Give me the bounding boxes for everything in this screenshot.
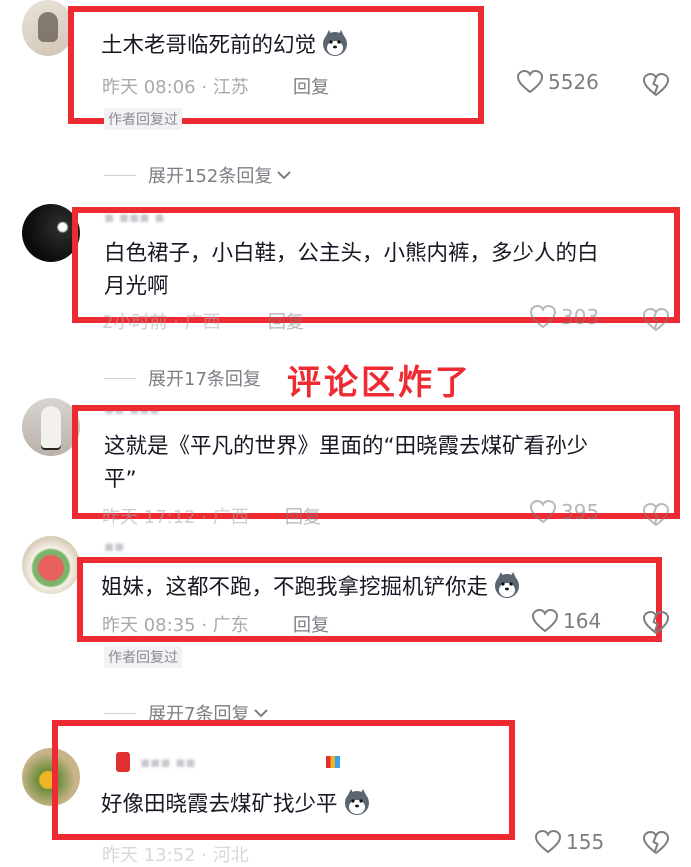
comment-line-1: 白色裙子，小白鞋，公主头，小熊内裤，多少人的白 [104,241,599,266]
husky-emoji-icon [495,572,520,598]
comment-line-1: 这就是《平凡的世界》里面的“田晓霞去煤矿看孙少 [104,434,589,459]
chevron-down-icon [277,171,292,180]
like-count: 303 [561,305,600,329]
comment-text: 好像田晓霞去煤矿找少平 [101,787,372,821]
broken-heart-icon[interactable] [643,610,669,636]
like-button[interactable]: 164 [532,609,601,633]
comment-meta: 昨天 13:52 · 河北 [102,845,249,866]
comment-line-2: 平” [104,467,137,492]
comment-line-2: 月光啊 [104,274,169,299]
heart-icon [532,609,558,633]
reply-button[interactable]: 回复 [285,503,321,529]
like-button[interactable]: 395 [530,500,599,524]
like-count: 155 [566,830,605,854]
broken-heart-icon[interactable] [643,72,669,98]
husky-emoji-icon [344,789,369,815]
heart-icon [530,305,556,329]
highlight-box [68,6,484,124]
divider [104,712,136,714]
avatar[interactable] [22,536,80,594]
author-replied-tag: 作者回复过 [104,108,182,130]
comment-text: 姐妹，这都不跑，不跑我拿挖掘机铲你走 [101,570,522,604]
like-count: 164 [563,609,602,633]
divider [104,174,136,176]
like-count: 395 [561,500,600,524]
like-button[interactable]: 5526 [517,70,599,94]
reply-button[interactable]: 回复 [293,611,329,637]
username: ▪▪ [104,537,125,555]
expand-replies-button[interactable]: 展开152条回复 [104,162,292,188]
like-button[interactable]: 155 [535,830,604,854]
expand-label: 展开17条回复 [148,369,261,390]
broken-heart-icon[interactable] [643,830,669,856]
heart-icon [530,500,556,524]
comment-text: 这就是《平凡的世界》里面的“田晓霞去煤矿看孙少 平” [104,430,588,496]
comment-meta: 昨天 08:35 · 广东 [102,615,249,636]
like-count: 5526 [548,70,599,94]
divider [104,377,136,379]
reply-button[interactable]: 回复 [268,308,304,334]
like-button[interactable]: 303 [530,305,599,329]
heart-icon [517,70,543,94]
husky-emoji-icon [323,30,348,56]
expand-replies-button[interactable]: 展开17条回复 [104,365,261,391]
comment-text: 白色裙子，小白鞋，公主头，小熊内裤，多少人的白 月光啊 [104,237,599,303]
heart-icon [535,830,561,854]
comment-meta: 2小时前 · 广西 [102,312,221,333]
overlay-caption: 评论区炸了 [287,363,472,403]
comment-meta: 昨天 17:12 · 广西 [102,507,249,528]
avatar[interactable] [22,0,74,56]
comment-text: 土木老哥临死前的幻觉 [101,28,350,62]
chevron-down-icon [254,709,269,718]
expand-label: 展开152条回复 [148,166,273,187]
broken-heart-icon[interactable] [643,307,669,333]
comment-meta: 昨天 08:06 · 江苏 [102,77,249,98]
author-replied-tag: 作者回复过 [104,646,182,668]
reply-button[interactable]: 回复 [293,73,329,99]
broken-heart-icon[interactable] [643,502,669,528]
highlight-box [52,720,515,840]
